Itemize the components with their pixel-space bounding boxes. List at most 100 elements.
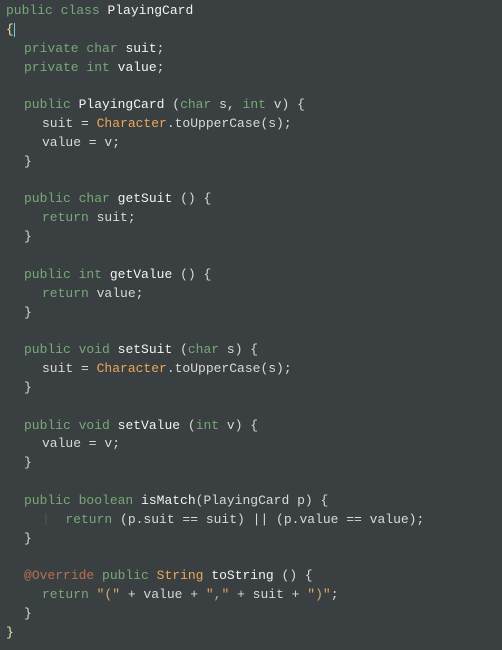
constructor: PlayingCard bbox=[79, 97, 165, 112]
indent-guide: | bbox=[42, 512, 65, 527]
expr: (p.suit == suit) || (p.value == value); bbox=[112, 512, 424, 527]
code-line: } bbox=[6, 228, 496, 247]
keyword: char bbox=[86, 41, 117, 56]
keyword: public bbox=[24, 342, 71, 357]
method-name: getSuit bbox=[118, 191, 173, 206]
code-line: public PlayingCard (char s, int v) { bbox=[6, 96, 496, 115]
keyword: int bbox=[196, 418, 219, 433]
keyword: class bbox=[61, 3, 100, 18]
keyword: return bbox=[65, 512, 112, 527]
code-line: return value; bbox=[6, 285, 496, 304]
keyword: int bbox=[86, 60, 109, 75]
space bbox=[149, 568, 157, 583]
param: v) { bbox=[219, 418, 258, 433]
code-line: suit = Character.toUpperCase(s); bbox=[6, 360, 496, 379]
keyword: return bbox=[42, 210, 89, 225]
code-line: { bbox=[6, 21, 496, 40]
brace-close: } bbox=[24, 531, 32, 546]
string-literal: ")" bbox=[307, 587, 330, 602]
string-literal: "," bbox=[206, 587, 229, 602]
code-line: public int getValue () { bbox=[6, 266, 496, 285]
keyword: private bbox=[24, 60, 79, 75]
method-name: setValue bbox=[118, 418, 180, 433]
param: s, bbox=[211, 97, 242, 112]
code-line: public boolean isMatch(PlayingCard p) { bbox=[6, 492, 496, 511]
punct: ; bbox=[331, 587, 339, 602]
punct: () { bbox=[172, 267, 211, 282]
annotation: Override bbox=[32, 568, 94, 583]
code-line: } bbox=[6, 153, 496, 172]
punct: ( bbox=[180, 418, 196, 433]
brace-close: } bbox=[24, 229, 32, 244]
keyword: public bbox=[24, 418, 71, 433]
field-name: suit bbox=[125, 41, 156, 56]
code-line: } bbox=[6, 379, 496, 398]
class-name: PlayingCard bbox=[107, 3, 193, 18]
code-line: @Override public String toString () { bbox=[6, 567, 496, 586]
blank-line bbox=[6, 247, 496, 266]
punct: ( bbox=[172, 342, 188, 357]
space bbox=[89, 587, 97, 602]
punct: ( bbox=[172, 97, 180, 112]
brace-close: } bbox=[24, 455, 32, 470]
code-line: | return (p.suit == suit) || (p.value ==… bbox=[6, 511, 496, 530]
code-line: } bbox=[6, 530, 496, 549]
keyword: public bbox=[6, 3, 53, 18]
class-ref: String bbox=[157, 568, 204, 583]
method-name: toString bbox=[211, 568, 273, 583]
brace-close: } bbox=[24, 606, 32, 621]
param: v) { bbox=[266, 97, 305, 112]
keyword: char bbox=[79, 191, 110, 206]
keyword: public bbox=[24, 493, 71, 508]
blank-line bbox=[6, 548, 496, 567]
code-line: public char getSuit () { bbox=[6, 190, 496, 209]
expr: + value + bbox=[120, 587, 206, 602]
class-ref: Character bbox=[97, 116, 167, 131]
method-name: getValue bbox=[110, 267, 172, 282]
code-line: value = v; bbox=[6, 134, 496, 153]
brace-close: } bbox=[24, 380, 32, 395]
expr: suit; bbox=[89, 210, 136, 225]
code-line: suit = Character.toUpperCase(s); bbox=[6, 115, 496, 134]
code-line: return suit; bbox=[6, 209, 496, 228]
brace-close: } bbox=[24, 154, 32, 169]
param: s) { bbox=[219, 342, 258, 357]
method-name: isMatch bbox=[141, 493, 196, 508]
keyword: public bbox=[24, 97, 71, 112]
keyword: char bbox=[180, 97, 211, 112]
keyword: return bbox=[42, 286, 89, 301]
keyword: public bbox=[24, 267, 71, 282]
keyword: boolean bbox=[79, 493, 134, 508]
code-line: public class PlayingCard bbox=[6, 2, 496, 21]
code-line: } bbox=[6, 304, 496, 323]
punct: (PlayingCard p) { bbox=[196, 493, 329, 508]
code-line: public void setValue (int v) { bbox=[6, 417, 496, 436]
code-line: private int value; bbox=[6, 59, 496, 78]
code-line: } bbox=[6, 624, 496, 643]
blank-line bbox=[6, 398, 496, 417]
code-line: value = v; bbox=[6, 435, 496, 454]
punct: ; bbox=[157, 41, 165, 56]
keyword: void bbox=[79, 418, 110, 433]
annotation: @ bbox=[24, 568, 32, 583]
code-line: } bbox=[6, 605, 496, 624]
punct: () { bbox=[274, 568, 313, 583]
string-literal: "(" bbox=[97, 587, 120, 602]
class-ref: Character bbox=[97, 361, 167, 376]
expr: value = v; bbox=[42, 436, 120, 451]
code-line: private char suit; bbox=[6, 40, 496, 59]
keyword: return bbox=[42, 587, 89, 602]
field-name: value bbox=[118, 60, 157, 75]
expr: suit = bbox=[42, 361, 97, 376]
call: .toUpperCase(s); bbox=[167, 361, 292, 376]
blank-line bbox=[6, 77, 496, 96]
blank-line bbox=[6, 172, 496, 191]
text-cursor bbox=[14, 23, 15, 37]
method-name: setSuit bbox=[118, 342, 173, 357]
space bbox=[94, 568, 102, 583]
expr: value; bbox=[89, 286, 144, 301]
brace-close: } bbox=[6, 625, 14, 640]
call: .toUpperCase(s); bbox=[167, 116, 292, 131]
expr: + suit + bbox=[229, 587, 307, 602]
code-editor[interactable]: public class PlayingCard { private char … bbox=[6, 2, 496, 643]
